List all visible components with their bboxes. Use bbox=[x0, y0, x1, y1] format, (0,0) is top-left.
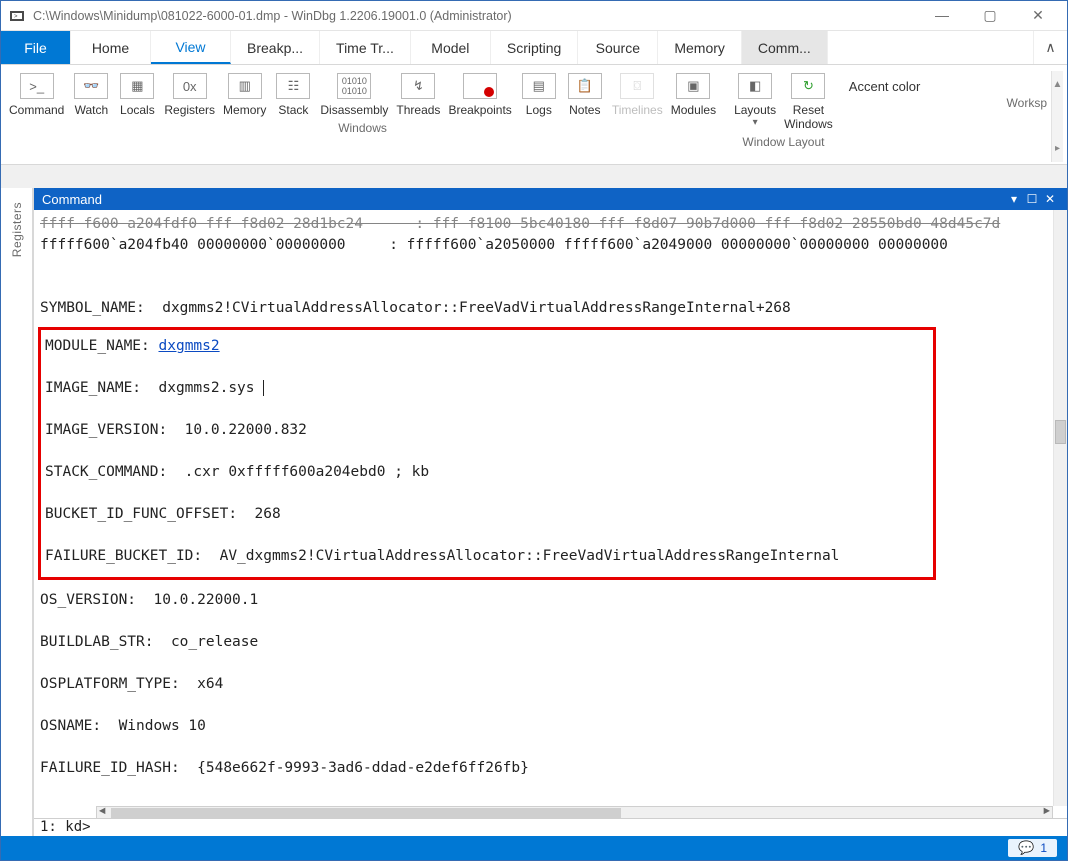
tool-notes[interactable]: 📋Notes bbox=[562, 71, 608, 119]
output-image-version: IMAGE_VERSION: 10.0.22000.832 bbox=[45, 420, 925, 441]
output-bucket-func: BUCKET_ID_FUNC_OFFSET: 268 bbox=[45, 504, 925, 525]
tool-locals[interactable]: ▦Locals bbox=[114, 71, 160, 119]
menu-scripting[interactable]: Scripting bbox=[491, 31, 578, 64]
accent-color-button[interactable]: Accent color bbox=[837, 71, 1051, 94]
tool-registers[interactable]: 0xRegisters bbox=[160, 71, 219, 119]
statusbar: 💬 1 bbox=[1, 836, 1067, 860]
layouts-icon: ◧ bbox=[738, 73, 772, 99]
menu-time-travel[interactable]: Time Tr... bbox=[320, 31, 411, 64]
command-input[interactable]: 1: kd> bbox=[34, 818, 1067, 836]
tool-memory[interactable]: ▥Memory bbox=[219, 71, 270, 119]
output-failure-bucket: FAILURE_BUCKET_ID: AV_dxgmms2!CVirtualAd… bbox=[45, 546, 925, 567]
output-hexdump-cut: ffff f600 a204fdf0 fff f8d02 28d1bc24 : … bbox=[40, 214, 1047, 235]
output-os-version: OS_VERSION: 10.0.22000.1 bbox=[40, 590, 1047, 611]
ribbon-group-layout-label: Window Layout bbox=[730, 133, 837, 149]
cubes-icon: ▦ bbox=[120, 73, 154, 99]
ribbon-overflow-strip[interactable]: ▲▸ bbox=[1051, 71, 1063, 162]
output-osplatform: OSPLATFORM_TYPE: x64 bbox=[40, 674, 1047, 695]
menu-file[interactable]: File bbox=[1, 31, 71, 64]
feedback-button[interactable]: 💬 1 bbox=[1008, 839, 1057, 857]
panel-close-icon[interactable]: ✕ bbox=[1041, 192, 1059, 206]
menubar: File Home View Breakp... Time Tr... Mode… bbox=[1, 31, 1067, 65]
output-failure-hash: FAILURE_ID_HASH: {548e662f-9993-3ad6-dda… bbox=[40, 758, 1047, 779]
tool-timelines: ⌼Timelines bbox=[608, 71, 667, 119]
menu-collapse-chevron[interactable]: ∧ bbox=[1033, 31, 1067, 64]
command-panel: Command ▾ ☐ ✕ ffff f600 a204fdf0 fff f8d… bbox=[33, 188, 1067, 836]
tool-disassembly[interactable]: 0101001010Disassembly bbox=[316, 71, 392, 119]
panel-dropdown-icon[interactable]: ▾ bbox=[1005, 192, 1023, 206]
ribbon-group-windows-label: Windows bbox=[5, 119, 720, 135]
vertical-scrollbar[interactable] bbox=[1053, 210, 1067, 806]
tool-watch[interactable]: 👓Watch bbox=[68, 71, 114, 119]
panel-maximize-icon[interactable]: ☐ bbox=[1023, 192, 1041, 206]
command-output: ffff f600 a204fdf0 fff f8d02 28d1bc24 : … bbox=[34, 210, 1067, 836]
tool-reset-windows[interactable]: ↻Reset Windows bbox=[780, 71, 837, 133]
tool-modules[interactable]: ▣Modules bbox=[667, 71, 720, 119]
tool-layouts[interactable]: ◧Layouts▾ bbox=[730, 71, 780, 133]
stack-icon: ☷ bbox=[276, 73, 310, 99]
logs-icon: ▤ bbox=[522, 73, 556, 99]
menu-breakpoints[interactable]: Breakp... bbox=[231, 31, 320, 64]
command-panel-title: Command bbox=[42, 192, 102, 207]
ribbon: >_Command 👓Watch ▦Locals 0xRegisters ▥Me… bbox=[1, 65, 1067, 165]
menu-view[interactable]: View bbox=[151, 31, 231, 64]
ribbon-group-worksp-label: Worksp bbox=[837, 94, 1051, 110]
maximize-button[interactable]: ▢ bbox=[975, 7, 1005, 24]
timeline-icon: ⌼ bbox=[620, 73, 654, 99]
tool-stack[interactable]: ☷Stack bbox=[270, 71, 316, 119]
dropdown-icon: ▾ bbox=[753, 117, 758, 128]
tool-logs[interactable]: ▤Logs bbox=[516, 71, 562, 119]
dock-tab-registers[interactable]: Registers bbox=[8, 194, 26, 265]
terminal-icon: >_ bbox=[20, 73, 54, 99]
command-panel-titlebar[interactable]: Command ▾ ☐ ✕ bbox=[34, 188, 1067, 210]
output-hexdump: fffff600`a204fb40 00000000`00000000 : ff… bbox=[40, 235, 1047, 256]
chip-icon: ▥ bbox=[228, 73, 262, 99]
feedback-count: 1 bbox=[1040, 841, 1047, 855]
minimize-button[interactable]: — bbox=[927, 7, 957, 24]
modules-icon: ▣ bbox=[676, 73, 710, 99]
module-name-link[interactable]: dxgmms2 bbox=[159, 338, 220, 354]
output-symbol-name: SYMBOL_NAME: dxgmms2!CVirtualAddressAllo… bbox=[40, 298, 1047, 319]
binary-icon: 0101001010 bbox=[337, 73, 371, 99]
left-dock: Registers bbox=[1, 188, 33, 836]
output-module-name-label: MODULE_NAME: bbox=[45, 338, 159, 354]
notes-icon: 📋 bbox=[568, 73, 602, 99]
menu-model[interactable]: Model bbox=[411, 31, 491, 64]
menu-source[interactable]: Source bbox=[578, 31, 658, 64]
comment-icon: 💬 bbox=[1018, 840, 1034, 856]
tool-command[interactable]: >_Command bbox=[5, 71, 68, 119]
app-icon: >_ bbox=[9, 7, 27, 25]
tool-threads[interactable]: ↯Threads bbox=[392, 71, 444, 119]
output-image-name: IMAGE_NAME: dxgmms2.sys bbox=[45, 380, 255, 396]
breakpoint-icon bbox=[463, 73, 497, 99]
reset-icon: ↻ bbox=[791, 73, 825, 99]
highlight-box: MODULE_NAME: dxgmms2 IMAGE_NAME: dxgmms2… bbox=[38, 327, 936, 580]
threads-icon: ↯ bbox=[401, 73, 435, 99]
menu-memory[interactable]: Memory bbox=[658, 31, 742, 64]
menu-home[interactable]: Home bbox=[71, 31, 151, 64]
svg-text:>_: >_ bbox=[14, 14, 22, 20]
output-stack-command: STACK_COMMAND: .cxr 0xfffff600a204ebd0 ;… bbox=[45, 462, 925, 483]
close-button[interactable]: ✕ bbox=[1023, 7, 1053, 24]
menu-command[interactable]: Comm... bbox=[742, 31, 828, 64]
glasses-icon: 👓 bbox=[74, 73, 108, 99]
hex-icon: 0x bbox=[173, 73, 207, 99]
output-osname: OSNAME: Windows 10 bbox=[40, 716, 1047, 737]
window-title: C:\Windows\Minidump\081022-6000-01.dmp -… bbox=[33, 9, 927, 23]
output-buildlab: BUILDLAB_STR: co_release bbox=[40, 632, 1047, 653]
tool-breakpoints[interactable]: Breakpoints bbox=[444, 71, 515, 119]
window-titlebar: >_ C:\Windows\Minidump\081022-6000-01.dm… bbox=[1, 1, 1067, 31]
